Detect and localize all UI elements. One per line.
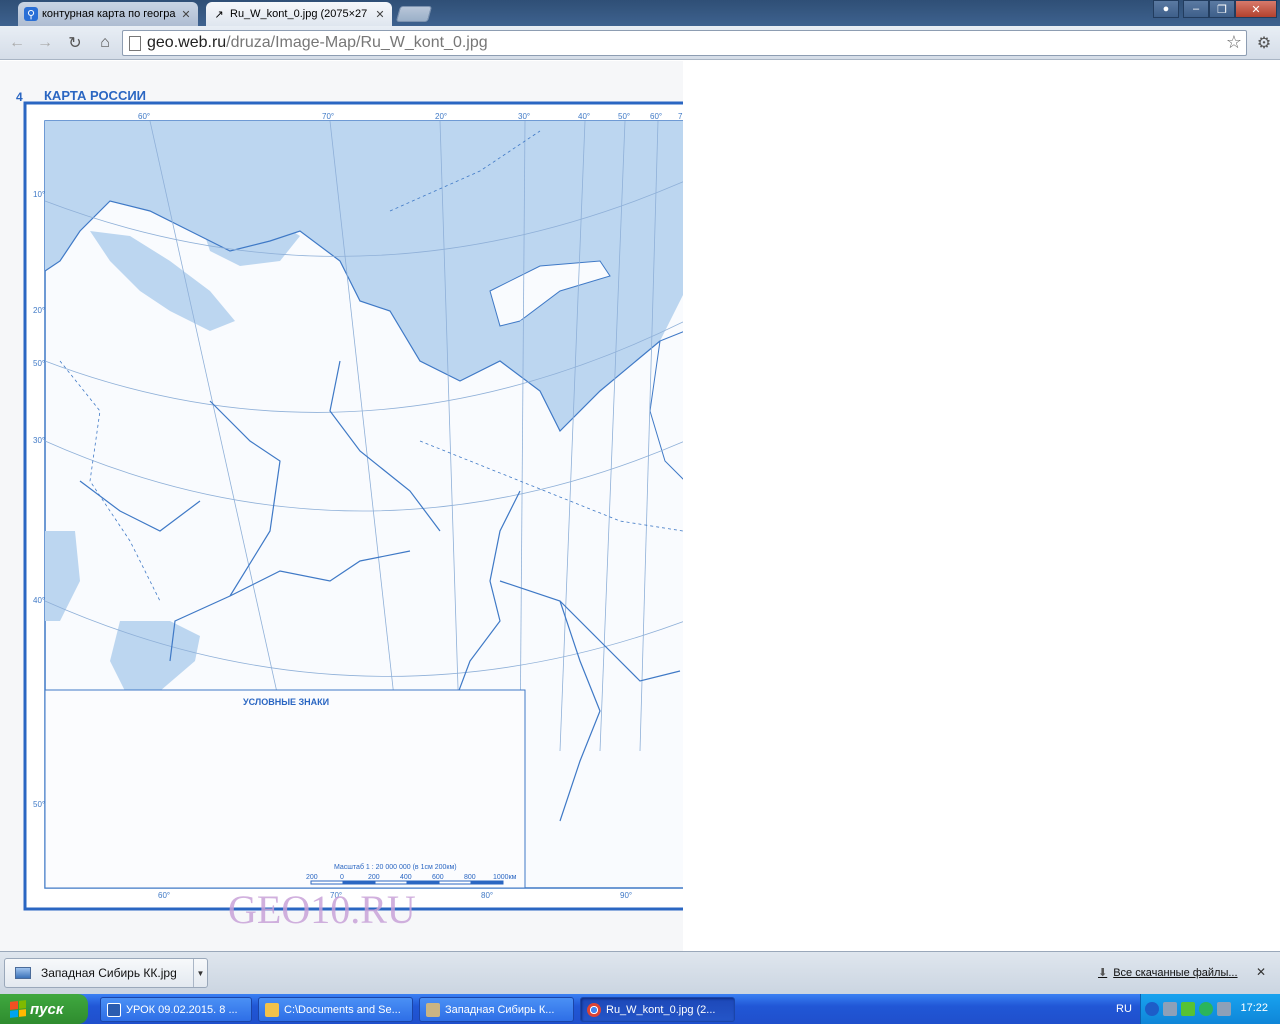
home-icon[interactable]: ⌂ <box>94 32 116 54</box>
svg-text:70°: 70° <box>322 112 334 121</box>
restore-button[interactable]: ❐ <box>1209 0 1235 18</box>
close-icon[interactable]: ✕ <box>374 8 386 21</box>
minimize-button[interactable]: – <box>1183 0 1209 18</box>
image-file-icon <box>15 967 31 979</box>
svg-text:50°: 50° <box>33 800 45 809</box>
scale-label: Масштаб 1 : 20 000 000 (в 1см 200км) <box>334 863 457 871</box>
page-icon <box>129 35 141 51</box>
taskbar-button-word[interactable]: УРОК 09.02.2015. 8 ... <box>100 997 252 1022</box>
download-icon[interactable] <box>1181 1002 1195 1016</box>
network-icon[interactable] <box>1217 1002 1231 1016</box>
svg-text:800: 800 <box>464 874 476 881</box>
legend-title: УСЛОВНЫЕ ЗНАКИ <box>243 697 329 707</box>
download-arrow-icon: ⬇ <box>1098 967 1108 979</box>
taskbar: пуск УРОК 09.02.2015. 8 ... C:\Documents… <box>0 994 1280 1024</box>
svg-text:200: 200 <box>306 874 318 881</box>
network-icon[interactable] <box>1163 1002 1177 1016</box>
download-shelf: Западная Сибирь КК.jpg ▼ ⬇ Все скачанные… <box>0 951 1280 994</box>
svg-text:20°: 20° <box>33 306 45 315</box>
clock: 17:22 <box>1240 1002 1268 1014</box>
address-bar[interactable]: geo.web.ru/druza/Image-Map/Ru_W_kont_0.j… <box>122 30 1247 56</box>
download-item[interactable]: Западная Сибирь КК.jpg ▼ <box>4 958 208 988</box>
taskbar-button-folder[interactable]: C:\Documents and Se... <box>258 997 413 1022</box>
watermark: GEO10.RU <box>228 887 416 932</box>
map-image: 60° 70° 20° 30° 40° 50° 60° 7 10° 20° 50… <box>0 61 683 951</box>
svg-text:50°: 50° <box>618 112 630 121</box>
taskbar-button-chrome[interactable]: Ru_W_kont_0.jpg (2... <box>580 997 735 1022</box>
show-all-downloads-link[interactable]: ⬇ Все скачанные файлы... <box>1098 966 1238 980</box>
viewer-icon <box>426 1002 440 1017</box>
map-title: КАРТА РОССИИ <box>44 88 146 103</box>
svg-text:600: 600 <box>432 874 444 881</box>
svg-text:50°: 50° <box>33 359 45 368</box>
download-filename: Западная Сибирь КК.jpg <box>41 966 177 980</box>
search-icon: ⚲ <box>24 7 38 21</box>
svg-text:60°: 60° <box>650 112 662 121</box>
close-icon[interactable]: ✕ <box>180 8 192 21</box>
folder-icon <box>265 1002 279 1017</box>
chevron-down-icon[interactable]: ▼ <box>193 959 207 987</box>
profile-icon[interactable]: ● <box>1153 0 1179 18</box>
svg-text:200: 200 <box>368 874 380 881</box>
bookmark-star-icon[interactable]: ☆ <box>1226 32 1242 53</box>
svg-text:80°: 80° <box>481 891 493 900</box>
windows-logo-icon <box>10 1000 26 1018</box>
tray-arrow-icon[interactable] <box>1145 1002 1159 1016</box>
tab-title: контурная карта по геогра <box>42 8 176 20</box>
taskbar-button-viewer[interactable]: Западная Сибирь К... <box>419 997 574 1022</box>
messenger-icon[interactable] <box>1199 1002 1213 1016</box>
url-text: geo.web.ru/druza/Image-Map/Ru_W_kont_0.j… <box>147 34 488 51</box>
svg-text:1000км: 1000км <box>493 874 517 881</box>
svg-text:40°: 40° <box>33 596 45 605</box>
language-indicator[interactable]: RU <box>1116 1003 1132 1015</box>
svg-text:0: 0 <box>340 874 344 881</box>
back-arrow-icon[interactable]: ← <box>6 32 28 54</box>
new-tab-button[interactable] <box>395 6 433 22</box>
svg-text:90°: 90° <box>620 891 632 900</box>
tab-image[interactable]: ↗ Ru_W_kont_0.jpg (2075×27 ✕ <box>206 2 392 26</box>
reload-icon[interactable]: ↻ <box>64 32 86 54</box>
page-content: 60° 70° 20° 30° 40° 50° 60° 7 10° 20° 50… <box>0 61 1280 951</box>
svg-text:60°: 60° <box>138 112 150 121</box>
svg-text:10°: 10° <box>33 190 45 199</box>
close-window-button[interactable]: ✕ <box>1235 0 1277 18</box>
contour-map: 60° 70° 20° 30° 40° 50° 60° 7 10° 20° 50… <box>0 61 683 951</box>
tab-title: Ru_W_kont_0.jpg (2075×27 <box>230 8 368 20</box>
close-icon[interactable]: ✕ <box>1256 965 1266 979</box>
svg-text:30°: 30° <box>518 112 530 121</box>
tab-search[interactable]: ⚲ контурная карта по геогра ✕ <box>18 2 198 26</box>
forward-arrow-icon[interactable]: → <box>34 32 56 54</box>
browser-toolbar: ← → ↻ ⌂ geo.web.ru/druza/Image-Map/Ru_W_… <box>0 26 1280 60</box>
image-icon: ↗ <box>214 8 224 21</box>
word-icon <box>107 1002 121 1017</box>
tab-strip: ⚲ контурная карта по геогра ✕ ↗ Ru_W_kon… <box>0 0 1280 26</box>
svg-text:30°: 30° <box>33 436 45 445</box>
svg-text:20°: 20° <box>435 112 447 121</box>
page-number: 4 <box>16 90 23 104</box>
wrench-icon[interactable]: ⚙ <box>1254 33 1274 53</box>
svg-text:60°: 60° <box>158 891 170 900</box>
svg-text:400: 400 <box>400 874 412 881</box>
start-button[interactable]: пуск <box>0 994 88 1024</box>
svg-text:7: 7 <box>678 112 683 121</box>
system-tray: 17:22 <box>1140 994 1280 1024</box>
svg-text:40°: 40° <box>578 112 590 121</box>
chrome-icon <box>587 1002 601 1017</box>
